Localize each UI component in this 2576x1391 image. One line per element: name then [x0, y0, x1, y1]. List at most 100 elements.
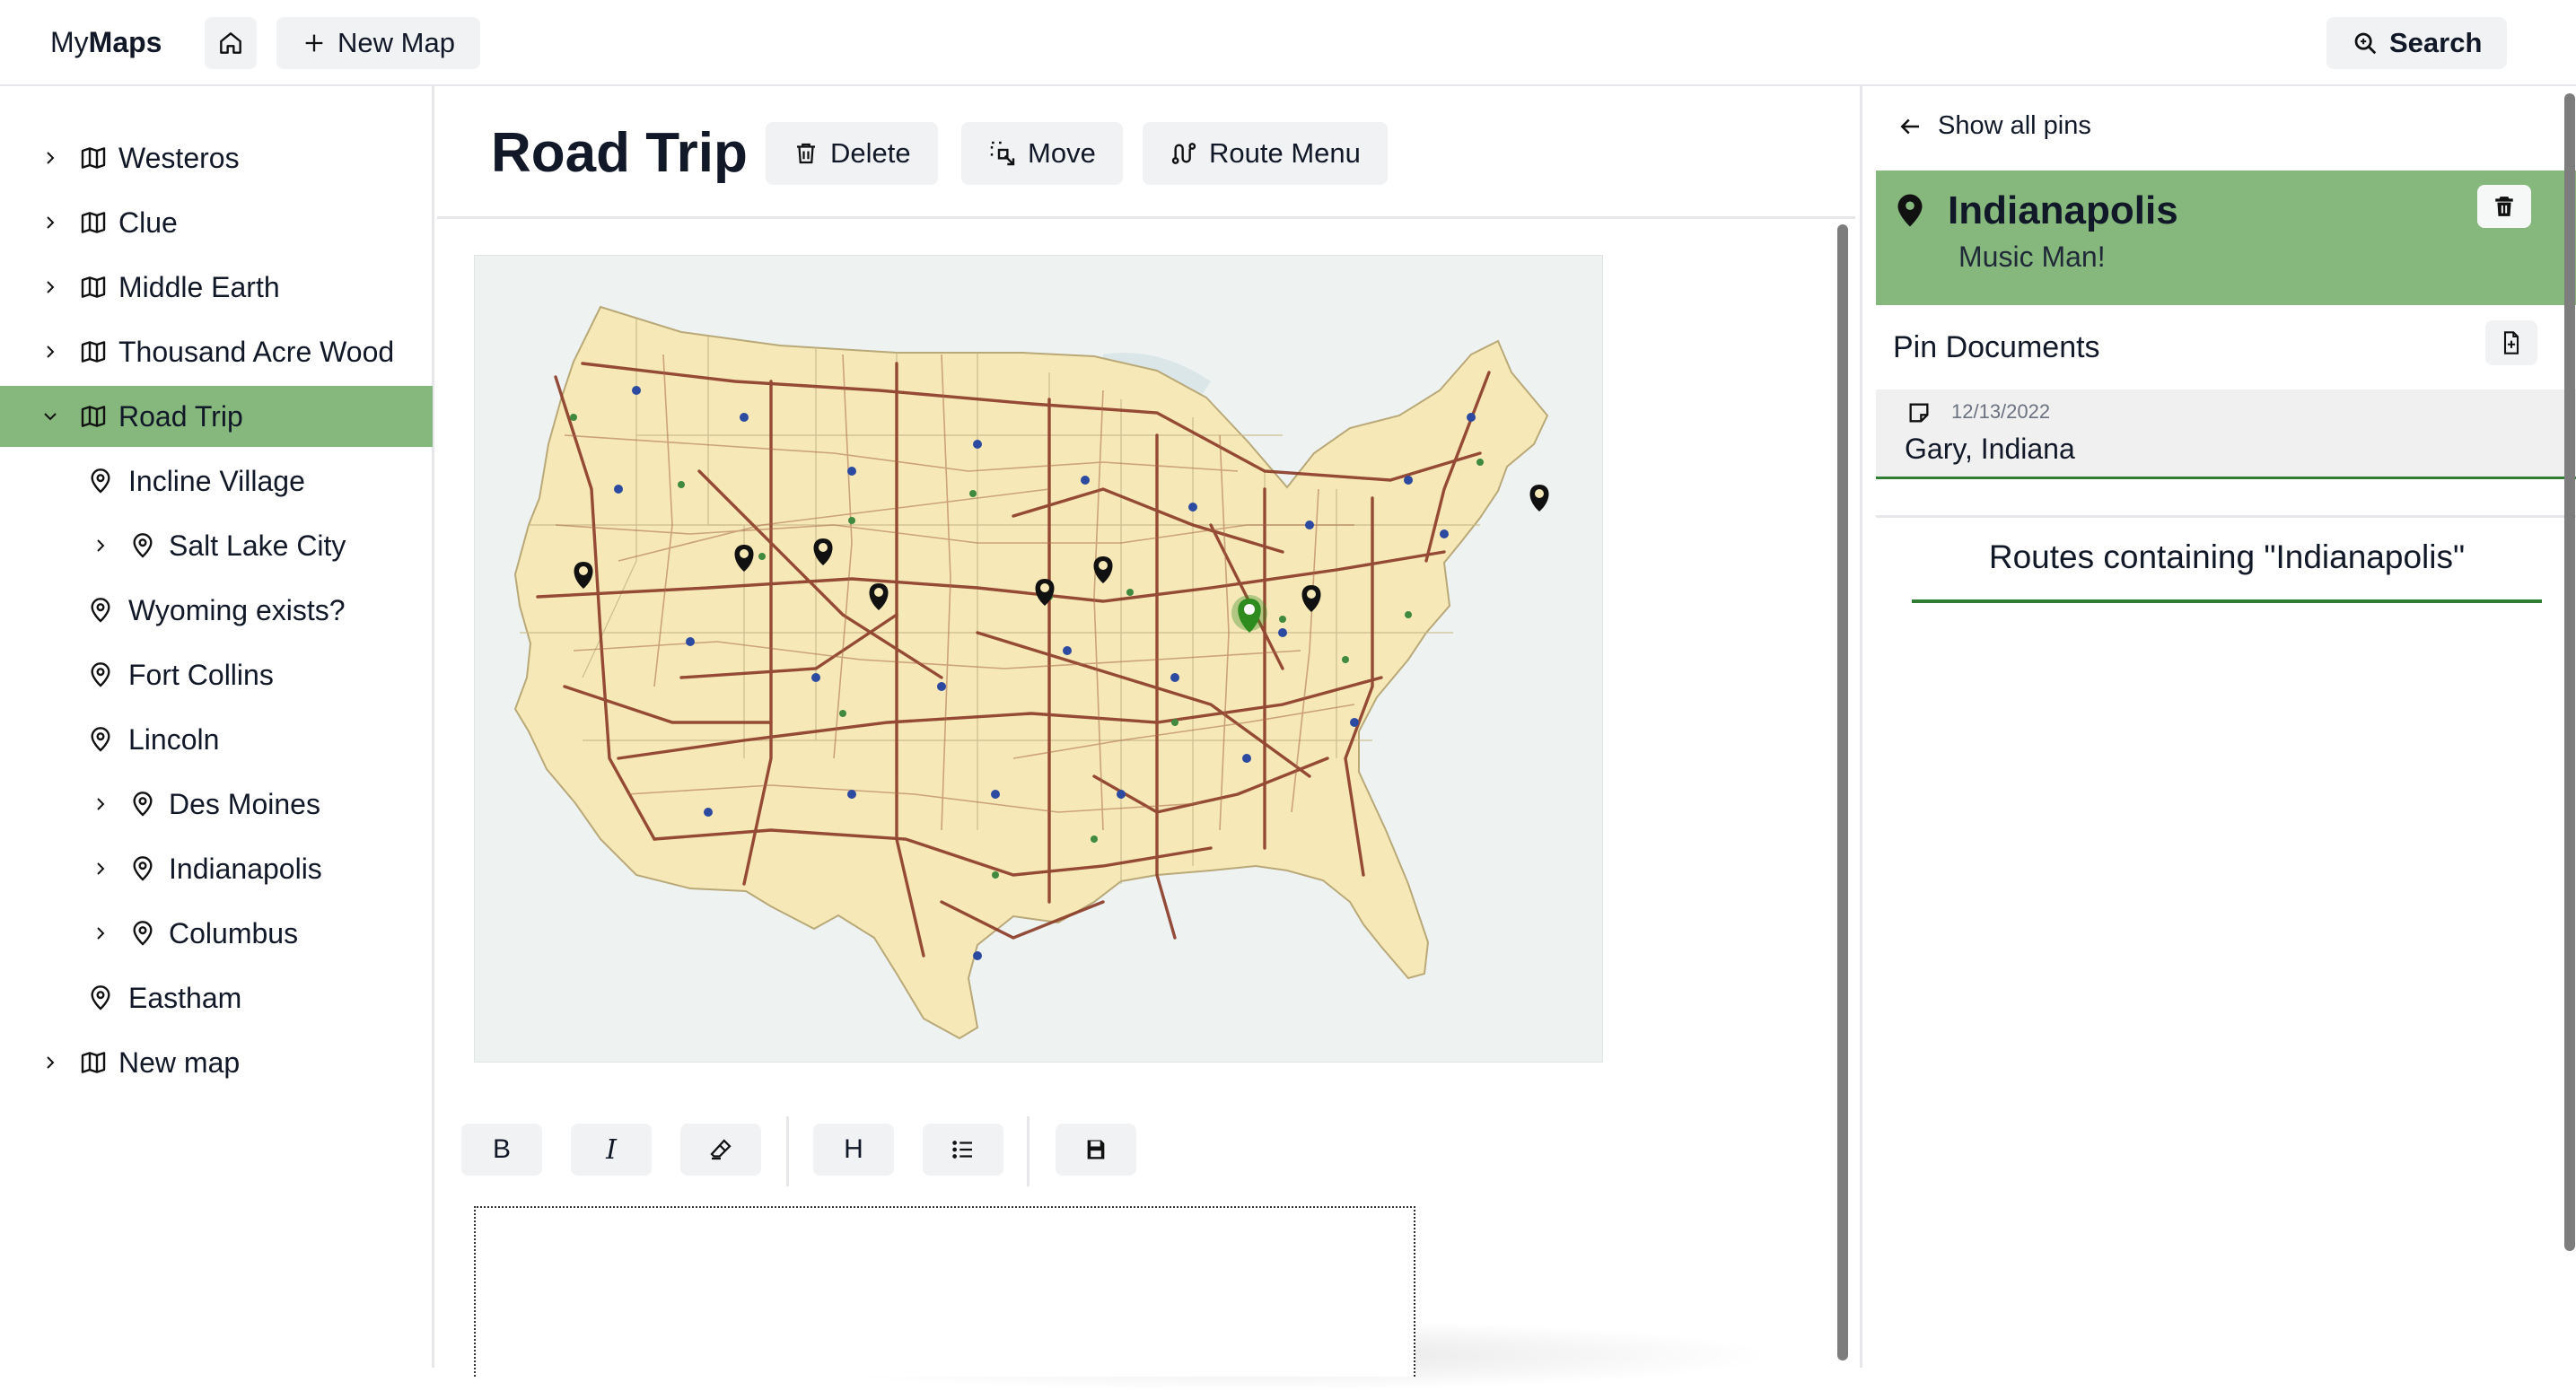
location-pin-icon — [133, 533, 153, 558]
location-pin-icon — [91, 985, 110, 1010]
tree-item-des-moines[interactable]: Des Moines — [0, 774, 433, 835]
document-row[interactable]: 12/13/2022 Gary, Indiana — [1876, 389, 2576, 479]
save-button[interactable] — [1056, 1124, 1136, 1176]
tree-item-label: Road Trip — [118, 399, 243, 433]
chevron-right-icon[interactable] — [90, 535, 111, 556]
chevron-right-icon[interactable] — [39, 276, 61, 298]
move-button[interactable]: Move — [961, 122, 1123, 185]
tree-item-label: Thousand Acre Wood — [118, 335, 395, 368]
pin-detail-panel: Show all pins Indianapolis Music Man! Pi… — [1860, 86, 2576, 1368]
location-pin-icon — [91, 727, 110, 752]
heading-button[interactable]: H — [813, 1124, 894, 1176]
tree-item-new-map[interactable]: New map — [0, 1032, 433, 1093]
tree-item-label: Columbus — [169, 916, 299, 949]
tree-item-salt-lake-city[interactable]: Salt Lake City — [0, 515, 433, 576]
list-button[interactable] — [923, 1124, 1003, 1176]
map-icon — [81, 212, 106, 233]
new-map-button[interactable]: New Map — [276, 17, 480, 69]
tree-item-middle-earth[interactable]: Middle Earth — [0, 257, 433, 318]
tree-item-fort-collins[interactable]: Fort Collins — [0, 644, 433, 705]
show-all-pins-label: Show all pins — [1938, 111, 2091, 140]
tree-item-westeros[interactable]: Westeros — [0, 127, 433, 188]
tree-item-columbus[interactable]: Columbus — [0, 903, 433, 964]
scrollbar-thumb[interactable] — [2564, 93, 2575, 1251]
routes-heading: Routes containing "Indianapolis" — [1988, 538, 2466, 575]
location-pin-filled-icon — [1897, 194, 1923, 227]
scrollbar-thumb[interactable] — [1837, 224, 1848, 1360]
tree-item-label: Indianapolis — [169, 852, 322, 885]
divider — [1876, 515, 2576, 518]
home-icon — [220, 32, 241, 54]
chevron-right-icon[interactable] — [90, 858, 111, 879]
app-logo[interactable]: MyMaps — [50, 26, 162, 59]
us-road-map[interactable] — [475, 256, 1603, 1063]
search-icon — [2354, 32, 2377, 55]
highlight-button[interactable] — [680, 1124, 761, 1176]
file-plus-icon — [2503, 331, 2519, 354]
save-icon — [1087, 1140, 1105, 1159]
notes-editor[interactable] — [474, 1206, 1415, 1377]
tree-item-indianapolis[interactable]: Indianapolis — [0, 838, 433, 899]
top-bar: MyMaps New Map Search — [0, 0, 2576, 86]
search-label: Search — [2389, 27, 2483, 58]
delete-map-button[interactable]: Delete — [766, 122, 938, 185]
tree-item-label: Fort Collins — [128, 658, 274, 691]
show-all-pins-link[interactable]: Show all pins — [1897, 111, 2091, 141]
italic-button[interactable]: I — [571, 1124, 652, 1176]
tree-item-label: Incline Village — [128, 464, 305, 497]
move-label: Move — [1028, 137, 1096, 169]
pin-title: Indianapolis — [1948, 188, 2178, 232]
tree-item-label: Wyoming exists? — [128, 593, 346, 626]
document-title: Gary, Indiana — [1905, 433, 2075, 465]
main-scrollbar[interactable] — [1837, 221, 1850, 1364]
move-icon — [990, 141, 1015, 166]
tree-item-wyoming-exists[interactable]: Wyoming exists? — [0, 580, 433, 641]
tree-item-label: Eastham — [128, 981, 242, 1014]
tree-item-label: Clue — [118, 206, 178, 239]
add-document-button[interactable] — [2485, 320, 2537, 365]
map-icon — [81, 276, 106, 298]
right-panel-scrollbar[interactable] — [2564, 93, 2576, 1251]
chevron-right-icon[interactable] — [90, 793, 111, 815]
tree-item-incline-village[interactable]: Incline Village — [0, 451, 433, 512]
route-menu-button[interactable]: Route Menu — [1143, 122, 1388, 185]
route-menu-label: Route Menu — [1209, 137, 1361, 169]
eraser-icon — [710, 1139, 732, 1160]
map-canvas[interactable] — [474, 255, 1603, 1063]
map-icon — [81, 341, 106, 363]
tree-item-label: Lincoln — [128, 722, 220, 756]
heading-label: H — [844, 1134, 863, 1164]
document-date: 12/13/2022 — [1951, 400, 2051, 423]
tree-item-lincoln[interactable]: Lincoln — [0, 709, 433, 770]
selected-pin-card: Indianapolis Music Man! — [1876, 171, 2576, 305]
chevron-right-icon[interactable] — [39, 147, 61, 169]
logo-bold: Maps — [88, 26, 162, 58]
tree-item-thousand-acre-wood[interactable]: Thousand Acre Wood — [0, 321, 433, 382]
chevron-right-icon[interactable] — [90, 923, 111, 944]
logo-prefix: My — [50, 26, 89, 58]
trash-icon — [797, 143, 815, 164]
chevron-right-icon[interactable] — [39, 341, 61, 363]
tree-item-label: Salt Lake City — [169, 529, 346, 562]
location-pin-icon — [133, 856, 153, 881]
tree-item-label: New map — [118, 1045, 241, 1079]
pin-subtitle: Music Man! — [1958, 241, 2106, 273]
italic-label: I — [606, 1133, 617, 1166]
bold-button[interactable]: B — [461, 1124, 542, 1176]
tree-item-eastham[interactable]: Eastham — [0, 967, 433, 1028]
tree-item-clue[interactable]: Clue — [0, 192, 433, 253]
home-button[interactable] — [205, 17, 257, 69]
location-pin-icon — [91, 468, 110, 494]
chevron-right-icon[interactable] — [39, 212, 61, 233]
new-map-label: New Map — [337, 27, 455, 58]
chevron-down-icon[interactable] — [39, 406, 61, 427]
search-button[interactable]: Search — [2326, 17, 2508, 69]
chevron-right-icon[interactable] — [39, 1052, 61, 1073]
tree-item-road-trip[interactable]: Road Trip — [0, 386, 433, 447]
map-icon — [81, 1052, 106, 1073]
location-pin-icon — [91, 662, 110, 687]
delete-pin-button[interactable] — [2477, 185, 2531, 228]
page-title: Road Trip — [491, 122, 748, 184]
location-pin-icon — [133, 921, 153, 946]
trash-icon — [2495, 197, 2513, 216]
